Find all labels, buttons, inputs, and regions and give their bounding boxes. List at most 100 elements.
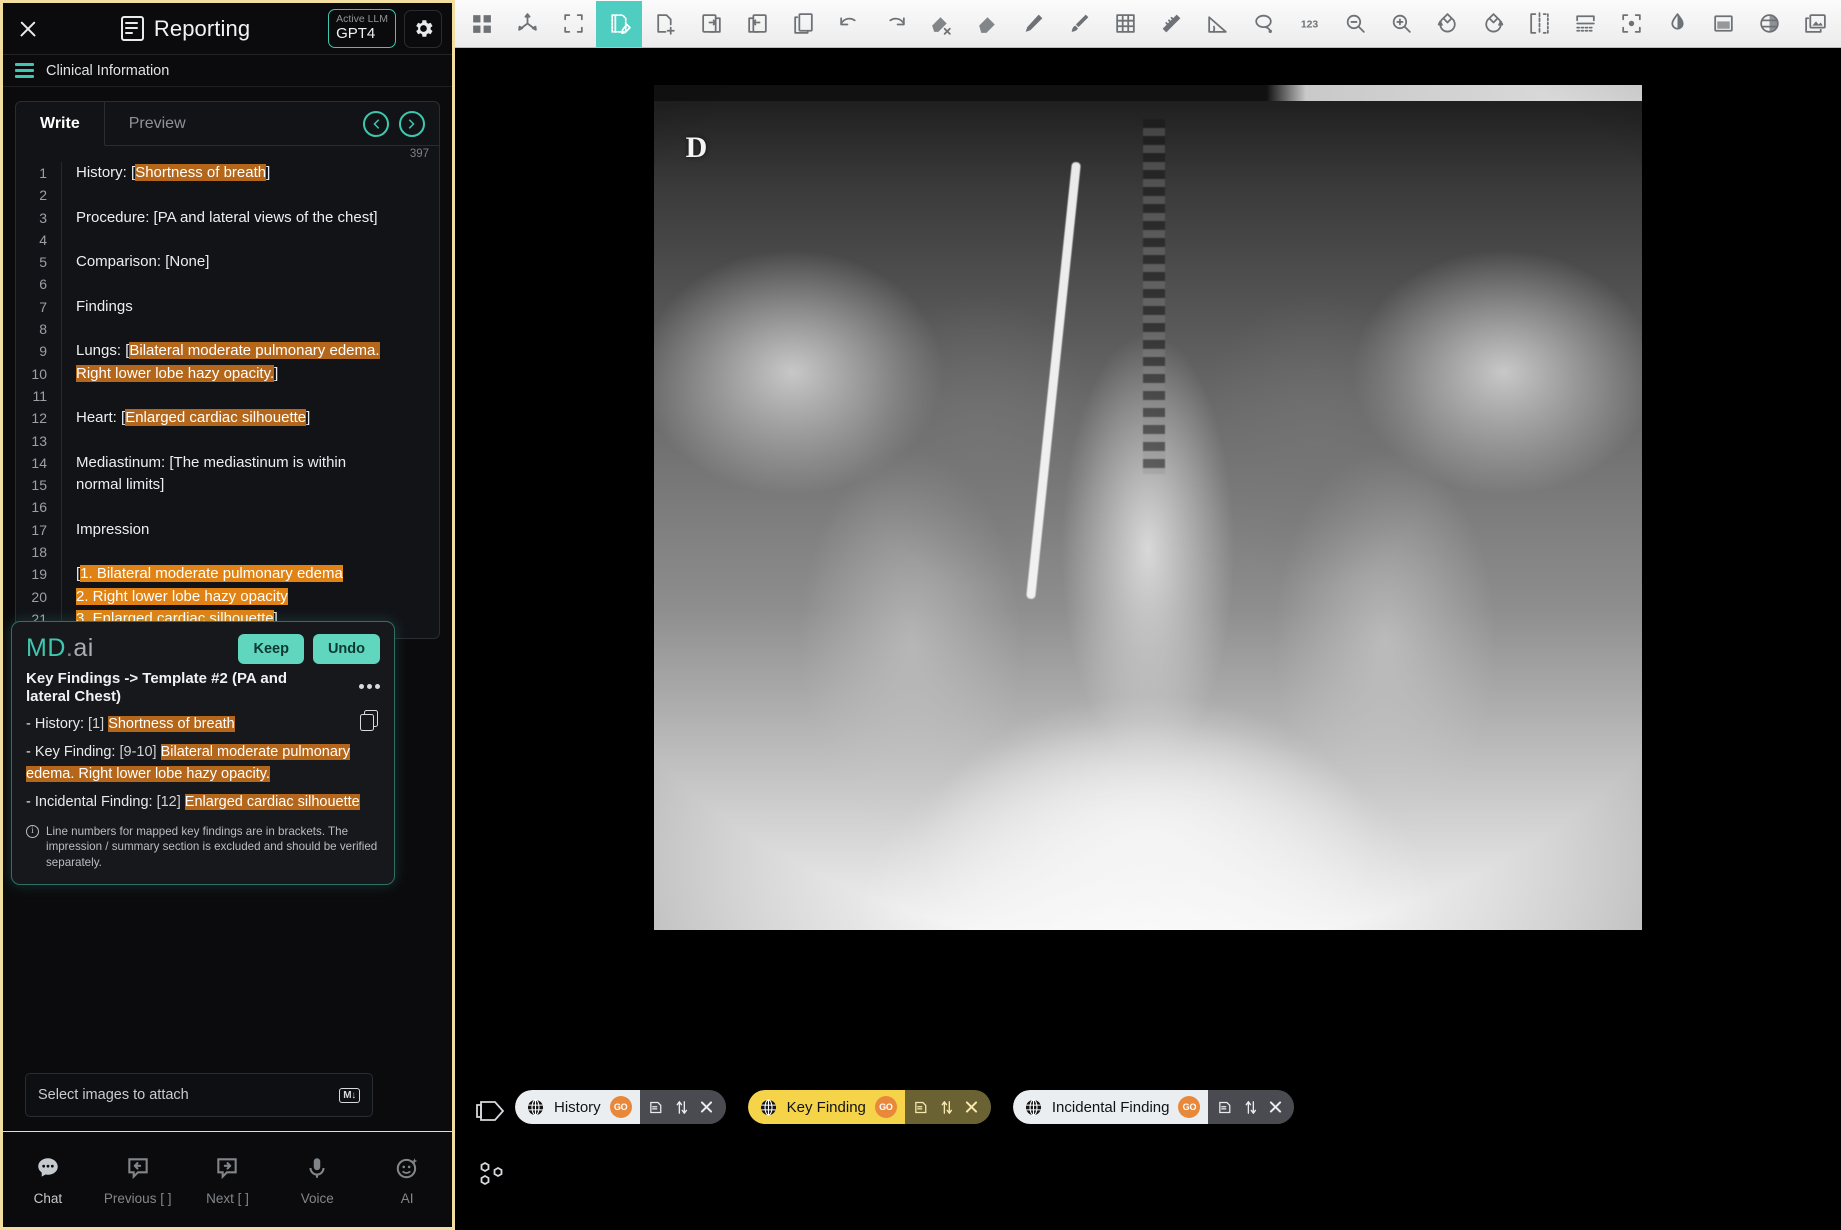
report-line[interactable]: 18 [16, 541, 439, 564]
center-focus-icon[interactable] [1608, 1, 1654, 47]
report-line[interactable]: 4 [16, 228, 439, 252]
eraser-delete-icon[interactable] [918, 1, 964, 47]
report-line[interactable]: 5 Comparison: [None] [16, 251, 439, 274]
clinical-information-bar[interactable]: Clinical Information [3, 55, 452, 87]
voice-button[interactable]: Voice [275, 1154, 360, 1206]
eraser-icon[interactable] [964, 1, 1010, 47]
report-line[interactable]: 16 [16, 496, 439, 519]
chip-select-button[interactable]: Incidental Finding GO [1012, 1090, 1209, 1124]
chip-swap-icon[interactable] [936, 1096, 958, 1118]
mdai-note-text: Line numbers for mapped key findings are… [46, 824, 378, 869]
undo-button[interactable]: Undo [312, 634, 380, 664]
chip-swap-icon[interactable] [671, 1096, 693, 1118]
next-arrow-icon[interactable] [399, 110, 425, 137]
report-line[interactable]: 8 [16, 318, 439, 341]
ai-button[interactable]: AI [365, 1154, 450, 1206]
report-line[interactable]: 7 Findings [16, 295, 439, 319]
cluster-nodes-icon[interactable] [477, 1160, 507, 1188]
zoom-out-icon[interactable] [1332, 1, 1378, 47]
active-llm-selector[interactable]: Active LLM GPT4 [328, 9, 396, 48]
attach-images-field[interactable]: Select images to attach M↓ [25, 1073, 373, 1117]
highlighted-segment: 2. Right lower lobe hazy opacity [76, 587, 288, 605]
undo-icon[interactable] [826, 1, 872, 47]
annotate-report-icon[interactable] [596, 0, 642, 47]
report-line[interactable]: 6 [16, 273, 439, 296]
flip-horizontal-icon[interactable] [1516, 1, 1562, 47]
redo-icon[interactable] [872, 1, 918, 47]
report-line[interactable]: 3 Procedure: [PA and lateral views of the… [16, 206, 439, 229]
chip-select-button[interactable]: History GO [515, 1090, 640, 1124]
microphone-icon [304, 1154, 330, 1182]
report-line[interactable]: 2 [16, 184, 439, 207]
new-document-icon[interactable] [642, 1, 688, 47]
duplicate-icon[interactable] [780, 1, 826, 47]
go-badge[interactable]: GO [1178, 1096, 1201, 1118]
chat-button[interactable]: Chat [5, 1154, 90, 1206]
report-line[interactable]: 17 Impression [16, 518, 439, 542]
numbers-icon[interactable]: 123 [1286, 1, 1332, 47]
reporting-header: Reporting Active LLM GPT4 [3, 3, 452, 55]
report-line[interactable]: 12 Heart: [Enlarged cardiac silhouette] [16, 407, 439, 430]
window-level-icon[interactable] [1700, 1, 1746, 47]
chip-swap-icon[interactable] [1239, 1096, 1261, 1118]
pencil-icon[interactable] [1010, 1, 1056, 47]
chip-close-icon[interactable] [961, 1096, 983, 1118]
rotate-right-icon[interactable] [1470, 1, 1516, 47]
zoom-in-icon[interactable] [1378, 1, 1424, 47]
mapping-line-ref: [1] [88, 715, 109, 732]
close-icon[interactable] [13, 14, 43, 44]
chip-document-icon[interactable] [646, 1096, 668, 1118]
report-line[interactable]: 10 Right lower lobe hazy opacity.] [16, 362, 439, 385]
go-badge[interactable]: GO [874, 1096, 897, 1118]
report-line[interactable]: 13 [16, 429, 439, 452]
chip-document-icon[interactable] [1214, 1096, 1236, 1118]
chip-close-icon[interactable] [1264, 1096, 1286, 1118]
text-segment: Comparison: [None] [76, 253, 210, 271]
report-line[interactable]: 14 Mediastinum: [The mediastinum is withi… [16, 451, 439, 475]
lasso-icon[interactable] [1240, 1, 1286, 47]
chip-select-button[interactable]: Key Finding GO [747, 1090, 905, 1124]
layout-grid-icon[interactable] [458, 1, 504, 47]
fullscreen-icon[interactable] [550, 1, 596, 47]
document-icon [120, 16, 144, 41]
annotation-chip: Incidental Finding GO [1012, 1090, 1295, 1124]
report-line[interactable]: 19 [1. Bilateral moderate pulmonary edema [16, 563, 439, 586]
copy-forward-icon[interactable] [688, 1, 734, 47]
report-line[interactable]: 15 normal limits] [16, 474, 439, 497]
grid-icon[interactable] [1102, 1, 1148, 47]
angle-icon[interactable] [1194, 1, 1240, 47]
mdai-suggestion-card: MD.ai Keep Undo Key Findings -> Template… [11, 621, 395, 886]
report-line[interactable]: 20 2. Right lower lobe hazy opacity [16, 585, 439, 608]
mdai-note: i Line numbers for mapped key findings a… [26, 824, 380, 871]
previous-button[interactable]: Previous [ ] [95, 1154, 180, 1206]
rotate-left-icon[interactable] [1424, 1, 1470, 47]
attach-images-label: Select images to attach [38, 1087, 189, 1103]
invert-sphere-icon[interactable] [1746, 1, 1792, 47]
more-options-icon[interactable] [359, 684, 380, 689]
copy-back-icon[interactable] [734, 1, 780, 47]
tab-preview[interactable]: Preview [104, 102, 210, 146]
go-badge[interactable]: GO [609, 1096, 632, 1118]
previous-arrow-icon[interactable] [363, 110, 389, 137]
tag-icon[interactable] [475, 1098, 507, 1124]
report-line[interactable]: 9 Lungs: [Bilateral moderate pulmonary ed… [16, 340, 439, 363]
image-stack-icon[interactable] [1792, 1, 1838, 47]
report-line[interactable]: 11 [16, 384, 439, 408]
report-text-editor[interactable]: 1 History: [Shortness of breath] 2 3 Procedu… [16, 146, 439, 638]
chest-xray-image[interactable]: D [654, 85, 1642, 930]
next-button[interactable]: Next [ ] [185, 1154, 270, 1206]
ruler-icon[interactable] [1148, 1, 1194, 47]
keep-button[interactable]: Keep [238, 634, 304, 664]
chip-close-icon[interactable] [696, 1096, 718, 1118]
contrast-icon[interactable] [1654, 1, 1700, 47]
settings-button[interactable] [404, 9, 442, 48]
report-line[interactable]: 1 History: [Shortness of breath] [16, 162, 439, 185]
xray-image-container[interactable]: D [455, 48, 1841, 1230]
tab-write[interactable]: Write [16, 102, 105, 146]
copy-icon[interactable] [360, 710, 382, 734]
chip-document-icon[interactable] [911, 1096, 933, 1118]
flip-vertical-icon[interactable] [1562, 1, 1608, 47]
crosshair-3d-icon[interactable] [504, 1, 550, 47]
brush-icon[interactable] [1056, 1, 1102, 47]
line-number: 13 [16, 429, 62, 452]
